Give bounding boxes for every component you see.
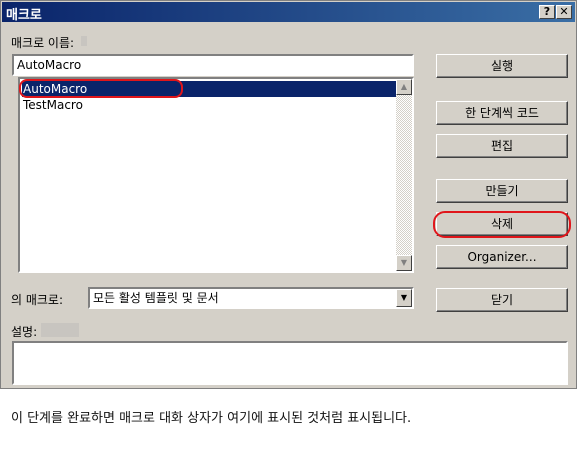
- list-scrollbar[interactable]: ▲ ▼: [396, 79, 412, 271]
- edit-button[interactable]: 편집: [436, 134, 568, 158]
- description-label: 설명:: [11, 325, 38, 339]
- list-item-automacro[interactable]: AutoMacro: [22, 81, 396, 97]
- run-button[interactable]: 실행: [436, 54, 568, 78]
- instruction-caption: 이 단계를 완료하면 매크로 대화 상자가 여기에 표시된 것처럼 표시됩니다.: [11, 411, 412, 426]
- window-title: 매크로: [6, 8, 42, 23]
- list-item-testmacro[interactable]: TestMacro: [22, 97, 396, 113]
- macro-name-input[interactable]: AutoMacro: [12, 54, 414, 76]
- chevron-down-icon[interactable]: ▼: [396, 289, 412, 307]
- macro-name-label: 매크로 이름:: [11, 36, 75, 50]
- scroll-up-icon[interactable]: ▲: [396, 79, 412, 95]
- macro-dialog: 매크로 ? ✕ 매크로 이름: AutoMacro AutoMacro Test…: [0, 0, 577, 389]
- macros-in-select[interactable]: 모든 활성 템플릿 및 문서 ▼: [88, 287, 414, 309]
- close-window-button[interactable]: ✕: [556, 5, 572, 19]
- create-button[interactable]: 만들기: [436, 179, 568, 203]
- help-button[interactable]: ?: [539, 5, 555, 19]
- description-box: [12, 341, 568, 385]
- macros-in-label: 의 매크로:: [11, 293, 64, 307]
- blurred-region: [41, 323, 79, 337]
- blurred-region: [81, 36, 87, 46]
- macro-list[interactable]: AutoMacro TestMacro ▲ ▼: [18, 77, 414, 273]
- close-button[interactable]: 닫기: [436, 288, 568, 312]
- delete-button[interactable]: 삭제: [436, 212, 568, 236]
- macros-in-value: 모든 활성 템플릿 및 문서: [93, 291, 219, 305]
- organizer-button[interactable]: Organizer...: [436, 245, 568, 269]
- scroll-down-icon[interactable]: ▼: [396, 255, 412, 271]
- title-bar: 매크로 ? ✕: [2, 2, 575, 23]
- step-into-button[interactable]: 한 단계씩 코드: [436, 101, 568, 125]
